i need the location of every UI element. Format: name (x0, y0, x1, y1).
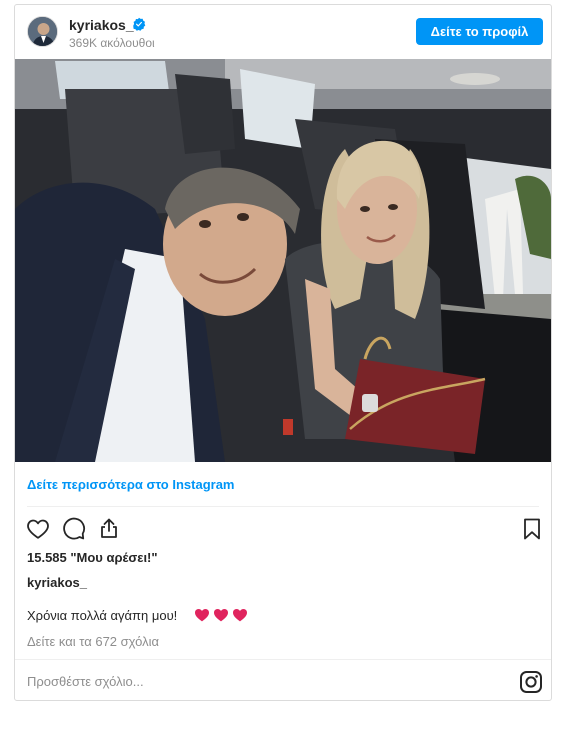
comment-input[interactable] (27, 671, 487, 691)
avatar[interactable] (27, 16, 58, 47)
post-header: kyriakos_ 369K ακόλουθοι Δείτε το προφίλ (15, 5, 551, 59)
header-username[interactable]: kyriakos_ (69, 17, 134, 33)
comment-bubble-icon[interactable] (62, 517, 86, 541)
divider (27, 506, 539, 507)
red-heart-icon (195, 609, 209, 622)
red-heart-icon (214, 609, 228, 622)
verified-badge-icon (133, 17, 146, 31)
caption-hearts (194, 607, 248, 623)
instagram-embed-card: kyriakos_ 369K ακόλουθοι Δείτε το προφίλ (14, 4, 552, 701)
view-all-comments-link[interactable]: Δείτε και τα 672 σχόλια (27, 634, 159, 649)
comment-bar (15, 659, 551, 702)
caption-text: Χρόνια πολλά αγάπη μου! (27, 608, 178, 623)
share-icon[interactable] (97, 516, 121, 540)
avatar-image (28, 17, 57, 46)
view-profile-button[interactable]: Δείτε το προφίλ (416, 18, 543, 45)
post-photo[interactable] (15, 59, 551, 462)
caption-author[interactable]: kyriakos_ (27, 575, 87, 590)
red-heart-icon (233, 609, 247, 622)
follower-count: 369K ακόλουθοι (69, 36, 155, 50)
heart-outline-icon[interactable] (26, 517, 50, 541)
car-selfie-image (15, 59, 551, 462)
view-more-on-instagram-link[interactable]: Δείτε περισσότερα στο Instagram (27, 477, 235, 492)
bookmark-icon[interactable] (520, 517, 544, 541)
instagram-logo-icon[interactable] (519, 670, 543, 694)
like-count[interactable]: 15.585 "Μου αρέσει!" (27, 550, 158, 565)
